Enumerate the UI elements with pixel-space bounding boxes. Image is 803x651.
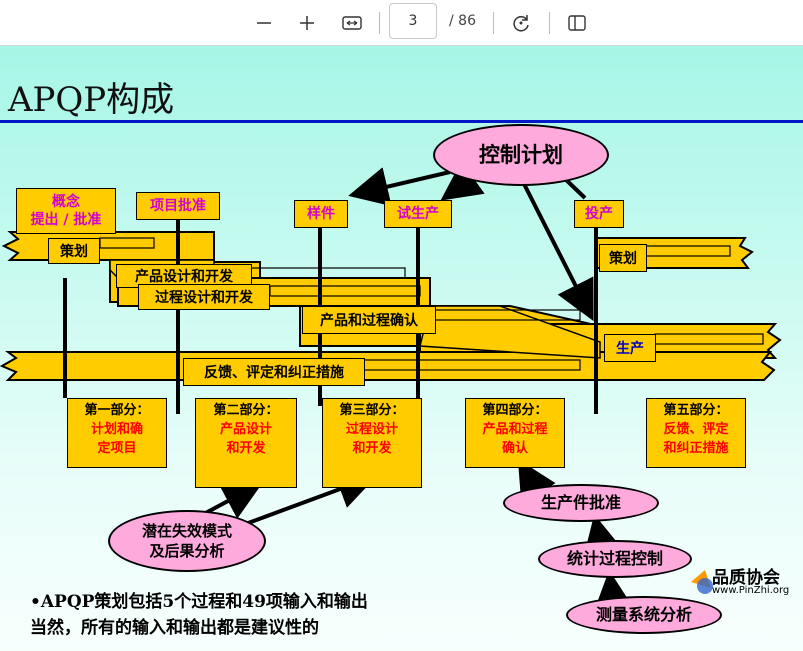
ppap-arrow <box>517 459 556 504</box>
section-2-title: 第二部分： <box>213 403 279 418</box>
page-view-button[interactable] <box>562 8 592 38</box>
toolbar-divider <box>549 12 550 34</box>
section-3-body: 过程设计 和开发 <box>345 422 398 456</box>
pilot-milestone: 试生产 <box>384 200 452 228</box>
page-view-icon <box>568 15 586 31</box>
control-plan-oval: 控制计划 <box>433 124 609 186</box>
page-total-label: / 86 <box>449 13 476 29</box>
planning-label: 策划 <box>48 238 100 264</box>
launch-milestone: 投产 <box>574 200 624 228</box>
section-1-body: 计划和确 定项目 <box>90 422 143 456</box>
section-5-title: 第五部分： <box>663 403 729 418</box>
section-1: 第一部分： 计划和确 定项目 <box>67 398 167 468</box>
note-line-2: 当然，所有的输入和输出都是建议性的 <box>30 618 319 638</box>
section-3: 第三部分： 过程设计 和开发 <box>322 398 422 488</box>
section-2: 第二部分： 产品设计 和开发 <box>195 398 297 488</box>
spc-arrow <box>583 514 623 558</box>
concept-line <box>63 278 67 398</box>
process-design-label: 过程设计和开发 <box>138 284 270 310</box>
concept-approval-milestone: 概念 提出 / 批准 <box>16 188 116 234</box>
control-plan-arrow-sample <box>348 167 451 207</box>
section-1-title: 第一部分： <box>84 403 150 418</box>
section-4: 第四部分： 产品和过程 确认 <box>465 398 565 468</box>
planning-right-label: 策划 <box>599 244 647 272</box>
spc-oval: 统计过程控制 <box>538 540 692 578</box>
zoom-in-button[interactable] <box>292 8 322 38</box>
planning-band <box>1 231 215 261</box>
sample-milestone: 样件 <box>294 200 348 228</box>
slide-note: •APQP策划包括5个过程和49项输入和输出 当然，所有的输入和输出都是建议性的 <box>30 589 368 641</box>
section-4-title: 第四部分： <box>482 403 548 418</box>
plus-icon <box>300 16 314 30</box>
validation-label: 产品和过程确认 <box>302 306 436 334</box>
production-label: 生产 <box>604 334 656 362</box>
control-plan-arrow-production <box>518 175 594 322</box>
launch-line <box>594 226 598 414</box>
fit-width-icon <box>342 16 362 30</box>
feedback-label: 反馈、评定和纠正措施 <box>183 358 365 386</box>
fit-width-button[interactable] <box>337 8 367 38</box>
fmea-oval: 潜在失效模式 及后果分析 <box>108 510 266 572</box>
rotate-button[interactable] <box>506 8 536 38</box>
section-5-body: 反馈、评定 和纠正措施 <box>663 422 729 456</box>
toolbar-divider <box>493 12 494 34</box>
rotate-icon <box>513 15 529 32</box>
page-number-input[interactable] <box>389 3 437 39</box>
feedback-band <box>0 351 776 381</box>
section-2-body: 产品设计 和开发 <box>219 422 272 456</box>
product-inner-line <box>244 267 406 279</box>
minus-icon <box>257 22 271 24</box>
section-3-title: 第三部分： <box>339 403 405 418</box>
zoom-out-button[interactable] <box>249 8 279 38</box>
ppap-oval: 生产件批准 <box>503 484 659 522</box>
section-4-body: 产品和过程 确认 <box>482 422 548 456</box>
watermark-url: www.PinZhi.org <box>712 585 790 596</box>
project-approval-line <box>176 218 180 414</box>
section-5: 第五部分： 反馈、评定 和纠正措施 <box>646 398 746 468</box>
note-line-1: •APQP策划包括5个过程和49项输入和输出 <box>30 592 368 612</box>
toolbar-divider <box>379 12 380 34</box>
msa-arrow <box>593 570 634 613</box>
project-approval-milestone: 项目批准 <box>136 192 220 220</box>
pdf-toolbar: / 86 <box>0 0 803 46</box>
